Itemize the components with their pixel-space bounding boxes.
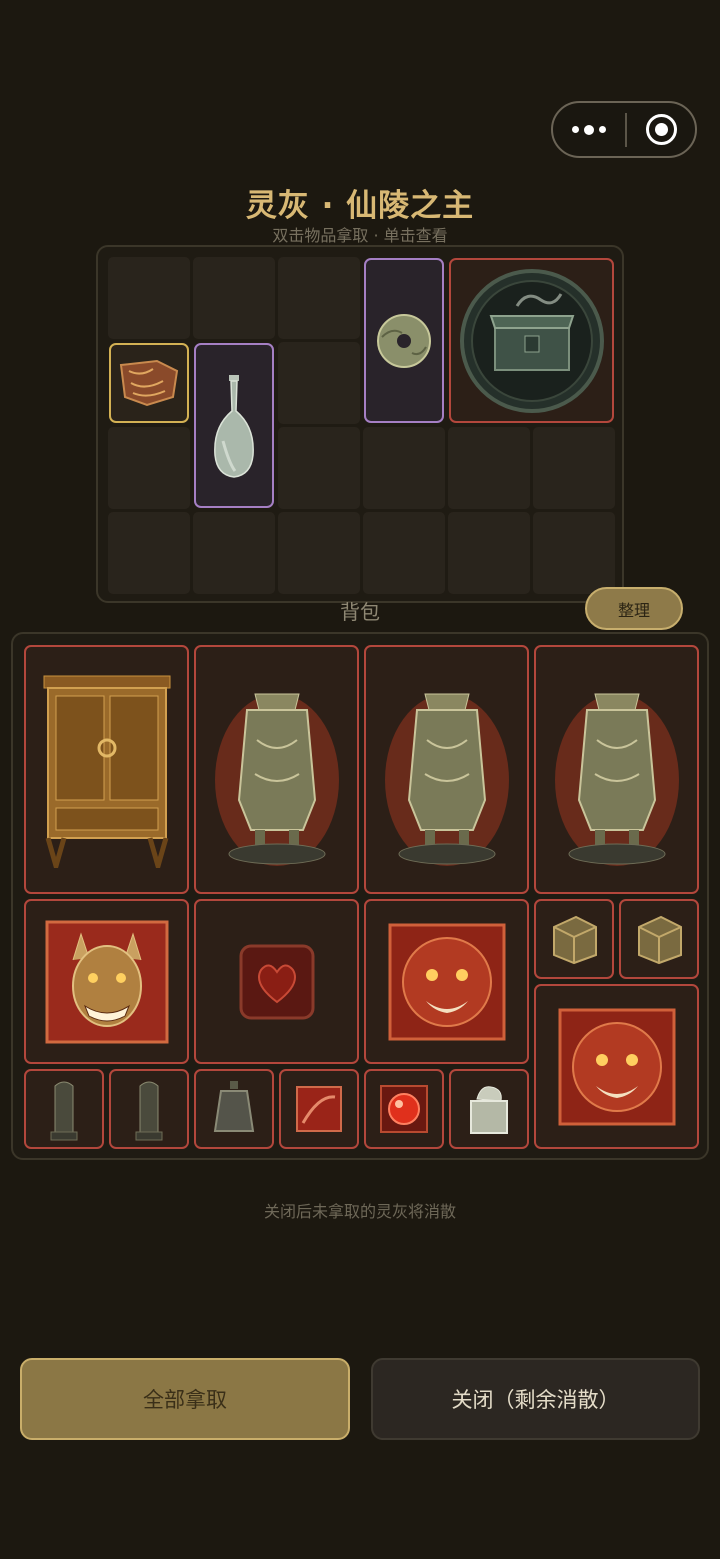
take-all-button[interactable]: 全部拿取 <box>20 1358 350 1440</box>
bag-item-red-orb[interactable] <box>364 1069 444 1149</box>
bag-item-bronze-cube[interactable] <box>534 899 614 979</box>
bag-grid <box>11 632 709 1160</box>
jade-disc-icon <box>377 313 431 368</box>
empty-slot <box>278 512 360 594</box>
empty-slot <box>278 427 360 509</box>
bell-icon <box>213 1081 255 1132</box>
empty-slot <box>193 257 275 339</box>
bag-item-bronze-bell[interactable] <box>194 1069 274 1149</box>
bag-item-heart-cube[interactable] <box>194 899 359 1064</box>
bag-item-wooden-cabinet[interactable] <box>24 645 189 894</box>
bag-item-jade-seal[interactable] <box>449 1069 529 1149</box>
miniprogram-capsule <box>551 101 697 158</box>
empty-slot <box>448 512 530 594</box>
loot-item-jade-disc[interactable] <box>364 258 444 423</box>
bag-item-lion-mask[interactable] <box>534 984 699 1149</box>
bronze-vessel-icon <box>214 693 339 866</box>
loot-item-carved-tile[interactable] <box>109 343 189 423</box>
chest-icon <box>459 268 604 413</box>
heart-cube-icon <box>239 944 314 1019</box>
empty-slot <box>363 427 445 509</box>
more-dots-icon[interactable] <box>553 103 625 156</box>
red-orb-icon <box>380 1085 428 1133</box>
bag-item-bronze-cube[interactable] <box>619 899 699 979</box>
empty-slot <box>533 427 615 509</box>
bronze-vessel-icon <box>384 693 509 866</box>
vase-icon <box>214 374 254 478</box>
jade-seal-icon <box>470 1086 508 1134</box>
empty-slot <box>108 427 190 509</box>
bag-item-bronze-fangyi[interactable] <box>364 645 529 894</box>
loot-item-celadon-vase[interactable] <box>194 343 274 508</box>
demon-mask-icon <box>45 920 168 1043</box>
stele-icon <box>50 1081 78 1141</box>
loot-item-bronze-chest[interactable] <box>449 258 614 423</box>
empty-slot <box>193 512 275 594</box>
stele-icon <box>135 1081 163 1141</box>
close-button[interactable]: 关闭（剩余消散） <box>371 1358 700 1440</box>
empty-slot <box>278 342 360 424</box>
sort-button[interactable]: 整理 <box>585 587 683 630</box>
bronze-vessel-icon <box>554 693 679 866</box>
empty-slot <box>363 512 445 594</box>
page-subtitle: 双击物品拿取 · 单击查看 <box>272 226 448 245</box>
bag-item-red-plate[interactable] <box>279 1069 359 1149</box>
bag-item-stone-stele[interactable] <box>24 1069 104 1149</box>
loot-grid <box>96 245 624 603</box>
cabinet-icon <box>43 675 170 868</box>
red-plate-icon <box>296 1086 342 1132</box>
empty-slot <box>448 427 530 509</box>
carved-tile-icon <box>119 359 179 407</box>
bag-item-lion-mask[interactable] <box>364 899 529 1064</box>
bag-item-bronze-fangyi[interactable] <box>194 645 359 894</box>
bag-item-oni-mask[interactable] <box>24 899 189 1064</box>
empty-slot <box>278 257 360 339</box>
bronze-cube-icon <box>638 915 682 965</box>
target-ring-icon[interactable] <box>627 103 695 156</box>
lion-mask-icon <box>388 923 505 1040</box>
dissipate-note: 关闭后未拿取的灵灰将消散 <box>263 1202 456 1221</box>
empty-slot <box>108 512 190 594</box>
empty-slot <box>533 512 615 594</box>
empty-slot <box>108 257 190 339</box>
bag-item-stone-stele[interactable] <box>109 1069 189 1149</box>
lion-mask-icon <box>558 1008 675 1125</box>
bronze-cube-icon <box>553 915 597 965</box>
page-title: 灵灰 · 仙陵之主 <box>245 188 475 224</box>
bag-item-bronze-fangyi[interactable] <box>534 645 699 894</box>
